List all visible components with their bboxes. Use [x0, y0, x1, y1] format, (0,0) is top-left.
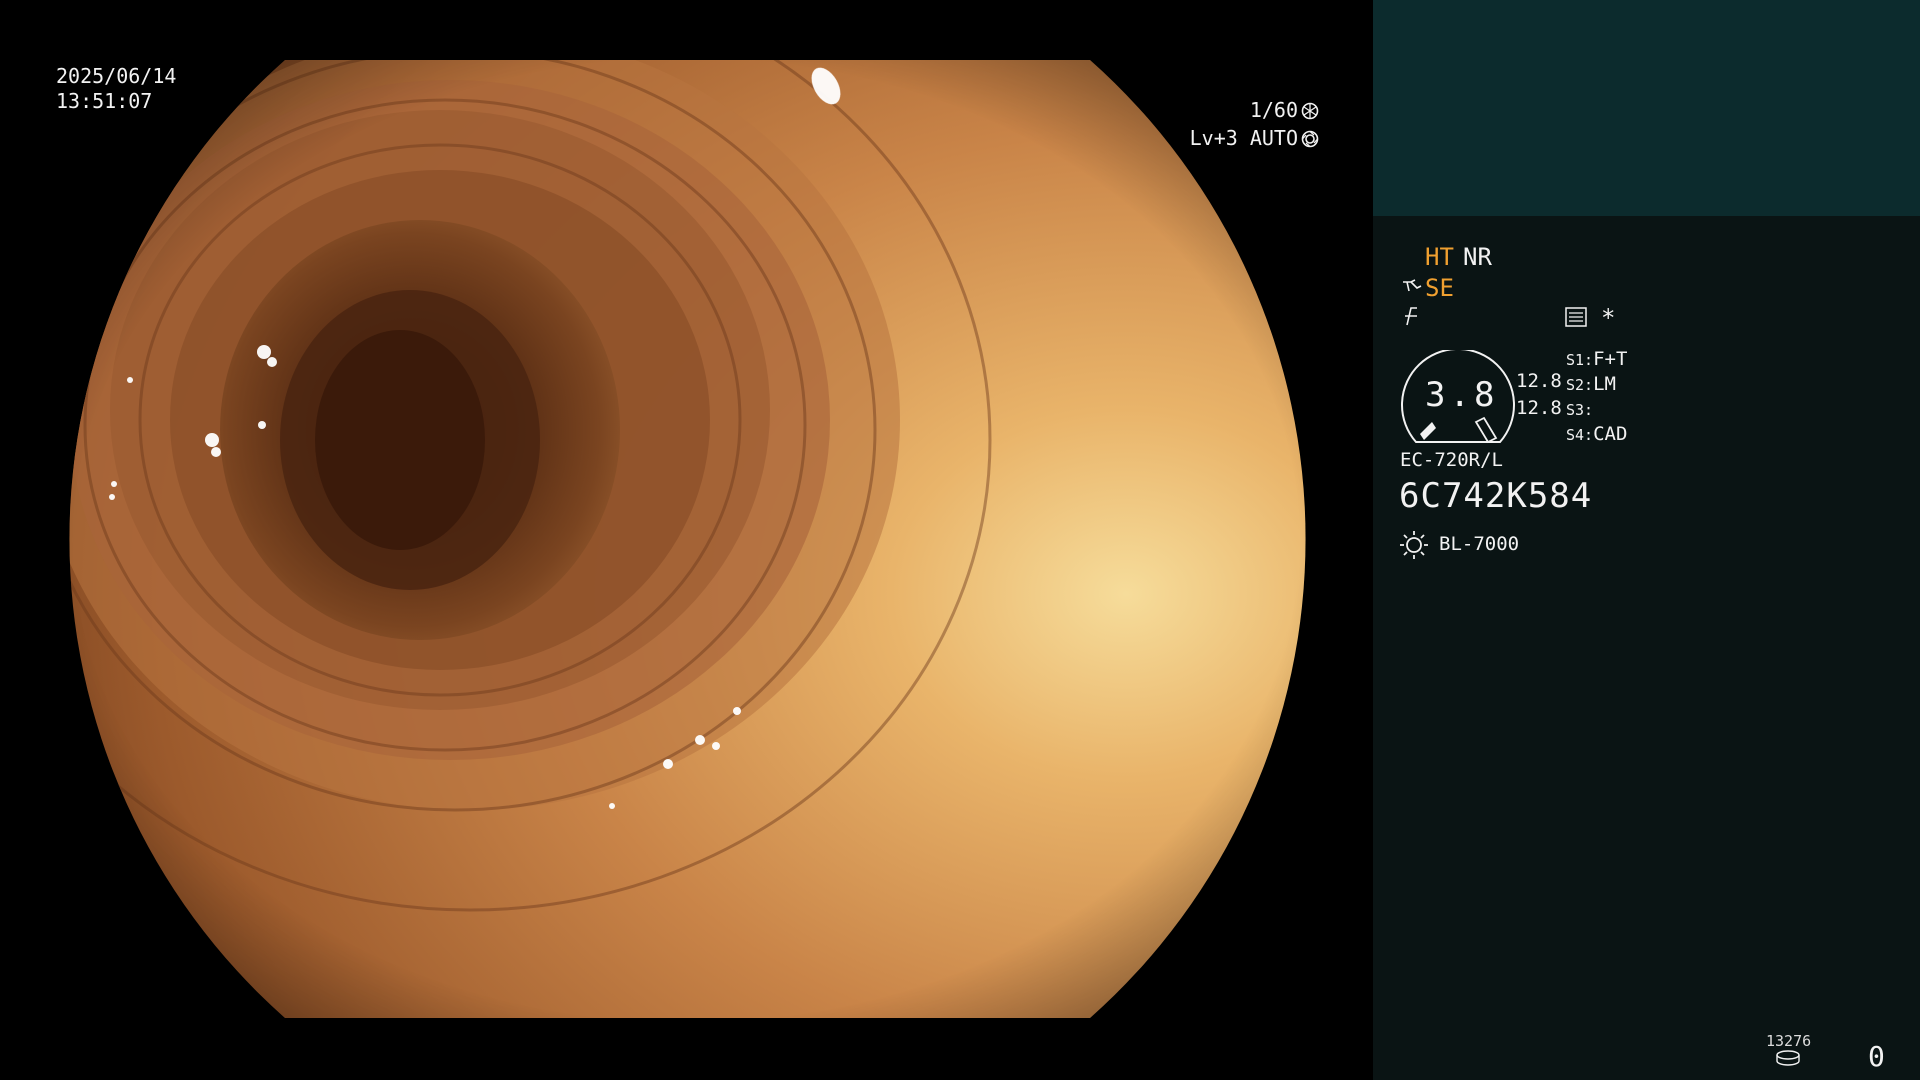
switch-s2: S2:LM — [1566, 373, 1616, 395]
switch-value: F+T — [1593, 348, 1628, 370]
switch-s1: S1:F+T — [1566, 348, 1627, 370]
record-counter-number: 13276 — [1766, 1032, 1812, 1050]
se-indicator: SE — [1425, 274, 1454, 302]
level-label: Lv+3 AUTO — [1189, 126, 1298, 150]
switch-value: LM — [1593, 373, 1616, 395]
nr-indicator: NR — [1463, 243, 1492, 271]
value-lower: 12.8 — [1516, 397, 1562, 419]
endoscope-view: 2025/06/14 13:51:07 1/60 Lv+3 AUTO — [0, 0, 1373, 1080]
scope-icon — [1403, 279, 1422, 292]
shutter-icon — [1301, 102, 1319, 120]
memo-icon — [1565, 307, 1587, 327]
gauge-value: 3.8 — [1425, 375, 1499, 415]
asterisk-indicator: * — [1601, 304, 1616, 332]
iris-icon — [1301, 130, 1319, 148]
switch-value: CAD — [1593, 423, 1628, 445]
record-counter-value: 0 — [1868, 1040, 1885, 1073]
brightness-level: Lv+3 AUTO — [1190, 126, 1319, 151]
date-time-display: 2025/06/14 13:51:07 — [56, 64, 176, 114]
info-panel: HT NR SE * 3.8 12.8 12.8 S1:F+T S2:LM S3… — [1373, 0, 1920, 1080]
shutter-label: 1/60 — [1249, 98, 1298, 122]
endoscopic-image — [69, 60, 1306, 1018]
switch-s4: S4:CAD — [1566, 423, 1627, 445]
switch-key: S1: — [1566, 351, 1594, 369]
switch-s3: S3: — [1566, 398, 1593, 420]
shutter-speed: 1/60 — [1250, 98, 1319, 123]
light-source-model: BL-7000 — [1439, 533, 1520, 555]
switch-key: S4: — [1566, 426, 1594, 444]
time-label: 13:51:07 — [56, 89, 153, 113]
switch-key: S2: — [1566, 376, 1594, 394]
panel-header-block — [1373, 0, 1920, 216]
scope-serial: 6C742K584 — [1399, 476, 1593, 516]
freeze-icon — [1405, 307, 1417, 326]
date-label: 2025/06/14 — [56, 64, 177, 88]
recorder-icon — [1776, 1050, 1800, 1066]
scope-model: EC-720R/L — [1400, 449, 1503, 471]
light-source-icon — [1400, 531, 1428, 559]
switch-key: S3: — [1566, 401, 1594, 419]
ht-indicator: HT — [1425, 243, 1454, 271]
value-upper: 12.8 — [1516, 370, 1562, 392]
